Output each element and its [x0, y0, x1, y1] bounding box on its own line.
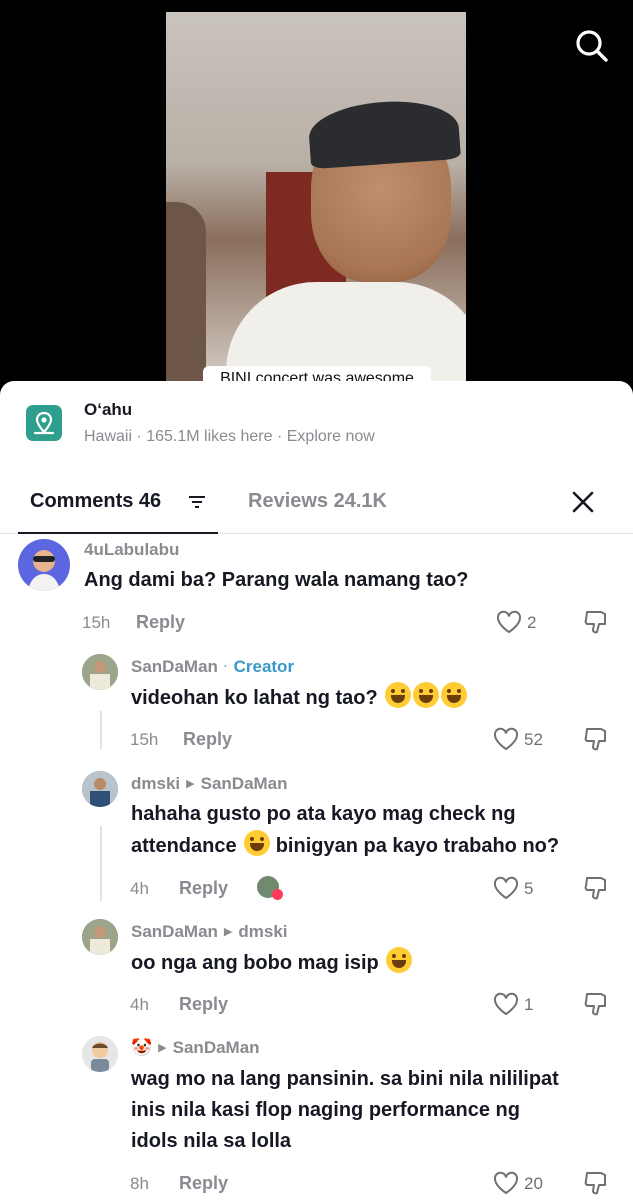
comment-item: 🤡 ▶ SanDaMan wag mo na lang pansinin. sa b…: [0, 1035, 633, 1200]
dislike-icon[interactable]: [583, 875, 611, 901]
sort-filter-icon[interactable]: [188, 494, 206, 510]
reply-arrow-icon: ▶: [158, 1042, 167, 1054]
comment-username: 🤡 ▶ SanDaMan: [131, 1038, 260, 1058]
dislike-icon[interactable]: [583, 1170, 611, 1196]
reply-to-username[interactable]: dmski: [238, 922, 287, 941]
rofl-emoji-icon: [244, 830, 271, 856]
comments-sheet: O‘ahu Hawaii · 165.1M likes here · Explo…: [0, 381, 633, 1200]
reply-button[interactable]: Reply: [179, 994, 228, 1015]
username[interactable]: dmski: [131, 774, 180, 793]
comment-text: Ang dami ba? Parang wala namang tao?: [84, 569, 469, 591]
comment-time: 15h: [82, 613, 111, 632]
comment-text-body: oo nga ang bobo mag isip: [131, 952, 379, 974]
map-pin-icon: [26, 405, 62, 441]
tab-comments-label: Comments 46: [30, 490, 162, 512]
laughing-emoji-icon: [386, 947, 413, 973]
reply-to-username[interactable]: SanDaMan: [173, 1038, 260, 1057]
reply-to-username[interactable]: SanDaMan: [201, 774, 288, 793]
heart-icon: [493, 1171, 519, 1195]
comment-text-body: videohan ko lahat ng tao?: [131, 687, 378, 709]
comment-username[interactable]: 4uLabulabu: [84, 540, 179, 560]
comment-text-line: wag mo na lang pansinin. sa bini nila ni…: [131, 1068, 559, 1090]
reply-button[interactable]: Reply: [136, 612, 185, 633]
avatar[interactable]: [82, 654, 118, 690]
comment-time: 8h: [130, 1174, 149, 1193]
search-icon[interactable]: [572, 26, 612, 66]
username[interactable]: SanDaMan: [131, 922, 218, 941]
comment-time: 4h: [130, 879, 149, 898]
avatar[interactable]: [82, 771, 118, 807]
comment-item: SanDaMan · Creator videohan ko lahat ng ta…: [0, 653, 633, 758]
creator-badge: Creator: [233, 657, 295, 676]
comment-item: SanDaMan ▶ dmski oo nga ang bobo mag isip …: [0, 918, 633, 1023]
comment-item: dmski ▶ SanDaMan hahaha gusto po ata kayo …: [0, 770, 633, 905]
tab-reviews[interactable]: Reviews 24.1K: [248, 490, 387, 513]
comment-text: oo nga ang bobo mag isip: [131, 947, 413, 979]
username[interactable]: 🤡: [131, 1038, 152, 1057]
video-background: [166, 202, 206, 392]
reply-arrow-icon: ▶: [186, 778, 195, 790]
tab-comments[interactable]: Comments 46: [18, 477, 218, 534]
comment-text: wag mo na lang pansinin. sa bini nila ni…: [131, 1064, 559, 1157]
like-count: 20: [524, 1174, 543, 1193]
comment-text-part: attendance: [131, 835, 237, 857]
comment-time: 15h: [130, 730, 159, 749]
comment-username: dmski ▶ SanDaMan: [131, 774, 288, 794]
creator-heart-icon: [272, 889, 283, 900]
close-icon[interactable]: [568, 487, 598, 517]
reply-arrow-icon: ▶: [223, 926, 233, 938]
dislike-icon[interactable]: [583, 726, 611, 752]
reply-button[interactable]: Reply: [183, 729, 232, 750]
like-count: 52: [524, 730, 543, 749]
like-count: 2: [527, 613, 537, 632]
comment-tabs: Comments 46 Reviews 24.1K: [0, 477, 633, 534]
separator-dot: ·: [223, 661, 228, 673]
comment-text: videohan ko lahat ng tao?: [131, 682, 468, 714]
comment-text: hahaha gusto po ata kayo mag check ng at…: [131, 799, 559, 862]
like-count: 5: [524, 879, 534, 898]
avatar[interactable]: [18, 539, 70, 591]
location-title: O‘ahu: [84, 400, 133, 419]
comment-item: 4uLabulabu Ang dami ba? Parang wala nama…: [0, 536, 633, 646]
heart-icon: [493, 727, 519, 751]
comment-text-line: inis nila kasi flop naging performance n…: [131, 1099, 520, 1121]
laughing-emoji-icon: [385, 682, 412, 708]
heart-icon: [493, 876, 519, 900]
video-player[interactable]: BINI concert was awesome: [0, 0, 633, 400]
heart-icon: [496, 610, 522, 634]
dislike-icon[interactable]: [583, 609, 611, 635]
video-person: [307, 96, 461, 170]
heart-icon: [493, 992, 519, 1016]
comment-username: SanDaMan ▶ dmski: [131, 922, 288, 942]
username[interactable]: SanDaMan: [131, 657, 218, 676]
comment-text-line: hahaha gusto po ata kayo mag check ng: [131, 803, 516, 825]
video-frame[interactable]: [166, 12, 466, 392]
comment-text-part: binigyan pa kayo trabaho no?: [275, 835, 560, 857]
reply-button[interactable]: Reply: [179, 1173, 228, 1194]
laughing-emoji-icon: [413, 682, 440, 708]
comment-text-line: idols nila sa lolla: [131, 1130, 292, 1152]
like-count: 1: [524, 995, 534, 1014]
reply-button[interactable]: Reply: [179, 878, 228, 899]
location-banner[interactable]: O‘ahu Hawaii · 165.1M likes here · Explo…: [0, 381, 633, 463]
comment-text-line: attendance binigyan pa kayo trabaho no?: [131, 830, 559, 862]
location-subtitle[interactable]: Hawaii · 165.1M likes here · Explore now: [84, 428, 375, 446]
dislike-icon[interactable]: [583, 991, 611, 1017]
avatar[interactable]: [82, 1036, 118, 1072]
comment-time: 4h: [130, 995, 149, 1014]
comment-username: SanDaMan · Creator: [131, 657, 294, 677]
laughing-emoji-icon: [441, 682, 468, 708]
avatar[interactable]: [82, 919, 118, 955]
